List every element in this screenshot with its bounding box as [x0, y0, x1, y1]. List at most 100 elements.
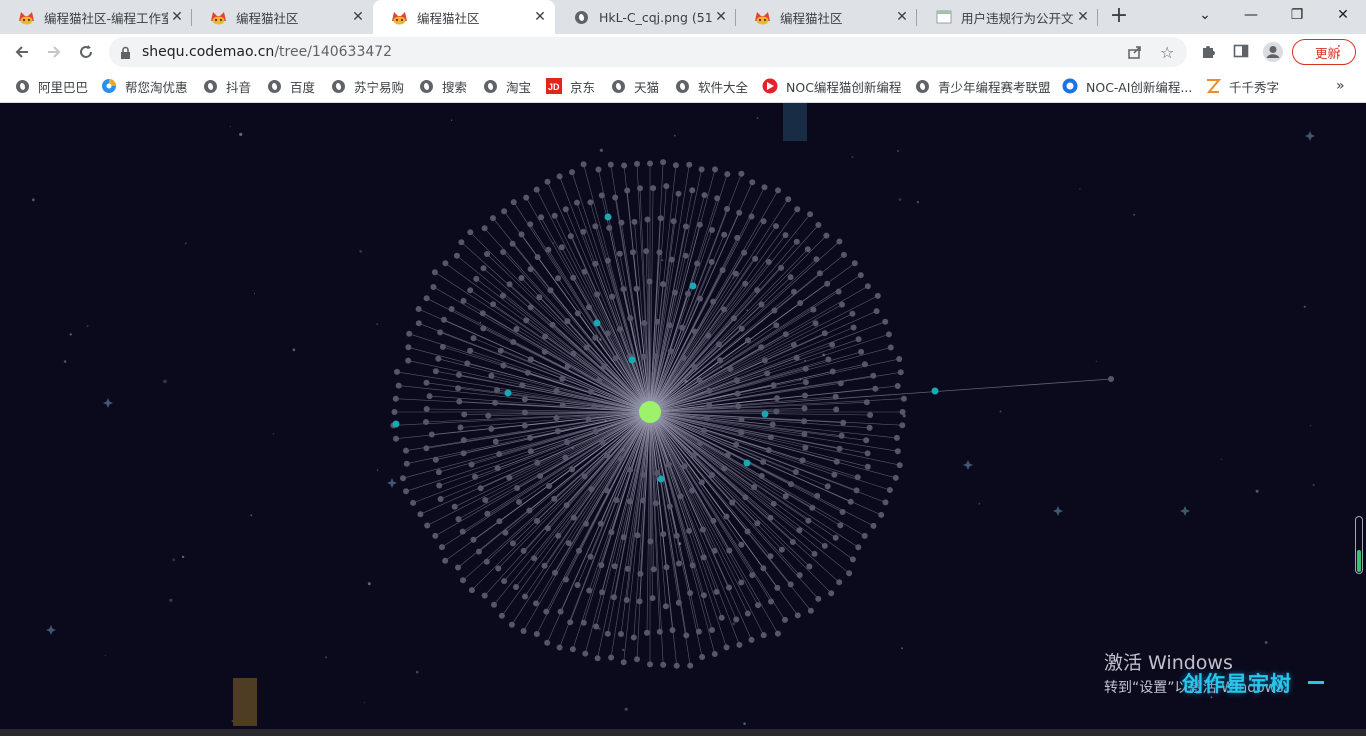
profile-avatar-icon[interactable]: [1262, 41, 1284, 67]
tree-node[interactable]: [527, 266, 534, 273]
tree-node[interactable]: [829, 341, 836, 348]
tree-node[interactable]: [464, 360, 471, 367]
tree-node[interactable]: [562, 206, 569, 213]
tree-node[interactable]: [616, 250, 623, 257]
tree-node[interactable]: [787, 581, 794, 588]
tree-node[interactable]: [785, 196, 792, 203]
tree-node[interactable]: [497, 347, 504, 354]
tree-node[interactable]: [797, 300, 804, 306]
tree-node[interactable]: [439, 544, 445, 551]
tree-node[interactable]: [523, 194, 530, 201]
tree-node[interactable]: [668, 256, 675, 263]
tree-node[interactable]: [631, 218, 638, 225]
tree-node[interactable]: [851, 260, 858, 267]
tree-node[interactable]: [570, 274, 577, 281]
tree-node[interactable]: [828, 590, 835, 597]
tree-node[interactable]: [640, 353, 647, 360]
tree-node[interactable]: [620, 534, 627, 541]
tree-node[interactable]: [580, 161, 587, 168]
tree-node[interactable]: [637, 570, 644, 577]
tree-node[interactable]: [894, 383, 901, 389]
highlight-node[interactable]: [392, 420, 400, 428]
restore-button[interactable]: ❐: [1274, 0, 1320, 30]
tree-node[interactable]: [793, 354, 800, 361]
tree-node[interactable]: [592, 223, 599, 230]
tree-node[interactable]: [570, 514, 577, 521]
tree-node[interactable]: [607, 161, 614, 168]
url-text[interactable]: shequ.codemao.cn/tree/140633472: [142, 44, 392, 60]
tree-node[interactable]: [719, 267, 726, 274]
tree-node[interactable]: [451, 503, 458, 510]
tree-node[interactable]: [506, 281, 513, 288]
tree-node[interactable]: [835, 288, 842, 295]
tree-node[interactable]: [583, 344, 590, 351]
tree-node[interactable]: [598, 192, 605, 199]
tree-node[interactable]: [611, 563, 618, 570]
tab-close-icon[interactable]: ✕: [168, 9, 186, 25]
tree-node[interactable]: [850, 324, 857, 331]
bookmark-star-icon[interactable]: ☆: [1160, 43, 1174, 62]
tree-node[interactable]: [592, 428, 599, 435]
tree-node[interactable]: [482, 497, 489, 504]
tree-node[interactable]: [623, 597, 630, 603]
tree-node[interactable]: [709, 472, 716, 478]
tree-node[interactable]: [721, 465, 728, 472]
tree-node[interactable]: [543, 608, 550, 615]
tree-node[interactable]: [475, 548, 482, 555]
tree-node[interactable]: [488, 425, 495, 432]
tree-node[interactable]: [621, 162, 628, 169]
tree-node[interactable]: [617, 456, 624, 462]
tree-node[interactable]: [460, 450, 467, 457]
tree-node[interactable]: [738, 325, 745, 332]
tree-node[interactable]: [403, 488, 409, 495]
tree-node[interactable]: [794, 206, 801, 213]
tree-node[interactable]: [796, 527, 803, 534]
tree-node[interactable]: [733, 377, 740, 384]
tree-node[interactable]: [687, 590, 694, 596]
tree-node[interactable]: [609, 293, 616, 300]
tree-node[interactable]: [894, 448, 901, 455]
tree-node[interactable]: [634, 656, 640, 663]
tree-node[interactable]: [754, 520, 761, 527]
tree-node[interactable]: [738, 429, 745, 436]
tree-node[interactable]: [442, 557, 449, 564]
tree-node[interactable]: [726, 584, 732, 591]
tree-node[interactable]: [574, 582, 581, 588]
forward-button[interactable]: [40, 38, 68, 66]
tree-node[interactable]: [815, 222, 822, 228]
tree-node[interactable]: [683, 632, 690, 639]
tree-node[interactable]: [626, 498, 633, 505]
tree-node[interactable]: [681, 463, 688, 470]
tree-node[interactable]: [811, 550, 818, 557]
tree-node[interactable]: [853, 487, 860, 494]
tree-node[interactable]: [813, 256, 820, 263]
tree-node[interactable]: [553, 415, 560, 421]
tree-node[interactable]: [723, 644, 730, 651]
tree-node[interactable]: [742, 494, 749, 501]
browser-tab[interactable]: 编程猫社区 ✕: [192, 0, 373, 34]
tree-node[interactable]: [616, 326, 623, 333]
tree-node[interactable]: [417, 511, 424, 518]
tree-node[interactable]: [653, 353, 659, 360]
tree-node[interactable]: [490, 215, 496, 222]
tree-node[interactable]: [873, 308, 880, 315]
tree-node[interactable]: [802, 392, 808, 399]
tree-node[interactable]: [527, 304, 534, 311]
tree-node[interactable]: [494, 465, 501, 472]
tree-node[interactable]: [647, 160, 653, 167]
tree-node[interactable]: [679, 324, 686, 331]
tree-node[interactable]: [686, 161, 693, 168]
tree-node[interactable]: [491, 601, 497, 608]
tree-node[interactable]: [441, 316, 447, 323]
tree-node[interactable]: [468, 461, 475, 468]
tree-node[interactable]: [710, 298, 717, 305]
tree-node[interactable]: [788, 481, 794, 488]
tree-node[interactable]: [406, 330, 413, 337]
tree-node[interactable]: [533, 600, 539, 607]
tree-node[interactable]: [423, 445, 430, 452]
tree-node[interactable]: [671, 289, 678, 296]
tree-node[interactable]: [523, 317, 530, 324]
highlight-node[interactable]: [504, 389, 512, 397]
tree-node[interactable]: [745, 337, 751, 344]
tree-node[interactable]: [455, 564, 461, 571]
